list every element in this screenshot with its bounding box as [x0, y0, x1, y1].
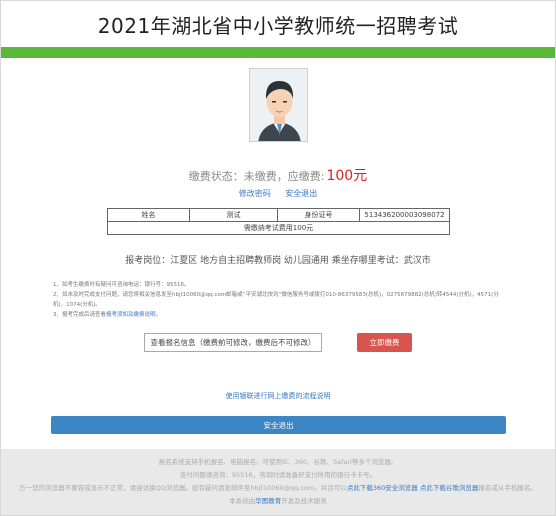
name-value-cell: 测试	[189, 208, 278, 222]
notice-item: 2、如未及时完成支付问题，请您将相关信息发至hbjt10060@qq.com邮箱…	[53, 292, 499, 308]
name-label-cell: 姓名	[107, 208, 190, 222]
green-divider-bar	[1, 47, 555, 58]
applied-position: 报考岗位：江夏区 地方自主招聘教师岗 幼儿园通用 乘坐存哪里考试：武汉市	[125, 256, 431, 266]
avatar-illustration	[250, 69, 307, 141]
footer-line: 万一您的浏览器不兼容或显示不正常，请尝试换QQ浏览器。如有疑问请发邮件至hbjt…	[1, 482, 555, 495]
page-footer: 报名系统支持手机报名、电脑报名。可使用IE、360、谷歌、Safari等多个浏览…	[1, 449, 555, 515]
notice-guide-link[interactable]: 报考须知及缴费说明	[106, 312, 156, 318]
id-label-cell: 身份证号	[277, 208, 360, 222]
footer-text: 本系统由	[229, 497, 256, 505]
table-row: 姓名 测试 身份证号 513436200003098072	[107, 208, 450, 222]
table-row: 需缴纳考试费用100元	[107, 221, 450, 235]
main-content: 缴费状态：未缴费，应缴费: 100元 修改密码 安全退出 姓名 测试 身份证号 5…	[1, 58, 555, 453]
notice-list: 1、如考生缴费时有疑问可咨询电话：银行号：95516。 2、如未及时完成支付问题…	[53, 280, 508, 320]
footer-text: 万一您的浏览器不兼容或显示不正常，请尝试换QQ浏览器。如有疑问请发邮件至hbjt…	[19, 484, 347, 492]
candidate-photo	[249, 68, 308, 142]
footer-text: 开发及技术服务	[281, 497, 327, 505]
candidate-info-table: 姓名 测试 身份证号 513436200003098072 需缴纳考试费用100…	[107, 208, 450, 235]
developer-link[interactable]: 华图教育	[255, 497, 281, 505]
pay-now-button[interactable]: 立即缴费	[357, 333, 412, 352]
footer-line: 支付问题请咨询：95516，咨询时请准备好支付所用的银行卡卡号。	[179, 471, 377, 479]
logout-button[interactable]: 安全退出	[51, 416, 506, 434]
download-360-browser-link[interactable]: 点此下载360安全浏览器	[347, 484, 418, 492]
payment-status: 缴费状态：未缴费，应缴费: 100元	[1, 165, 555, 185]
unionpay-guide-link[interactable]: 使用银联进行网上缴费的流程说明	[226, 392, 331, 400]
payment-fee-amount: 100元	[326, 168, 368, 184]
footer-text: 报名或从手机报名。	[478, 484, 537, 492]
page-header: 2021年湖北省中小学教师统一招聘考试	[1, 1, 555, 47]
page-title: 2021年湖北省中小学教师统一招聘考试	[97, 13, 459, 38]
notice-item: 1、如考生缴费时有疑问可咨询电话：银行号：95516。	[53, 282, 190, 288]
notice-text: 3、报考完成后请查看	[53, 312, 106, 318]
download-chrome-link[interactable]: 点此下载谷歌浏览器	[420, 484, 479, 492]
change-password-link[interactable]: 修改密码	[239, 189, 271, 198]
notice-text: 。	[155, 312, 162, 318]
fee-note-cell: 需缴纳考试费用100元	[107, 221, 450, 235]
account-links: 修改密码 安全退出	[1, 188, 555, 199]
payment-status-label: 缴费状态：未缴费，应缴费:	[188, 170, 325, 183]
footer-line: 本系统由华图教育开发及技术服务	[1, 495, 555, 508]
payment-guide: 使用银联进行网上缴费的流程说明	[1, 391, 555, 401]
id-value-cell: 513436200003098072	[359, 208, 450, 222]
view-registration-button[interactable]: 查看报名信息（缴费前可修改，缴费后不可修改）	[144, 333, 322, 352]
safe-logout-link[interactable]: 安全退出	[285, 189, 317, 198]
footer-line: 报名系统支持手机报名、电脑报名。可使用IE、360、谷歌、Safari等多个浏览…	[158, 458, 398, 466]
notice-item: 3、报考完成后请查看报考须知及缴费说明。	[53, 310, 508, 320]
